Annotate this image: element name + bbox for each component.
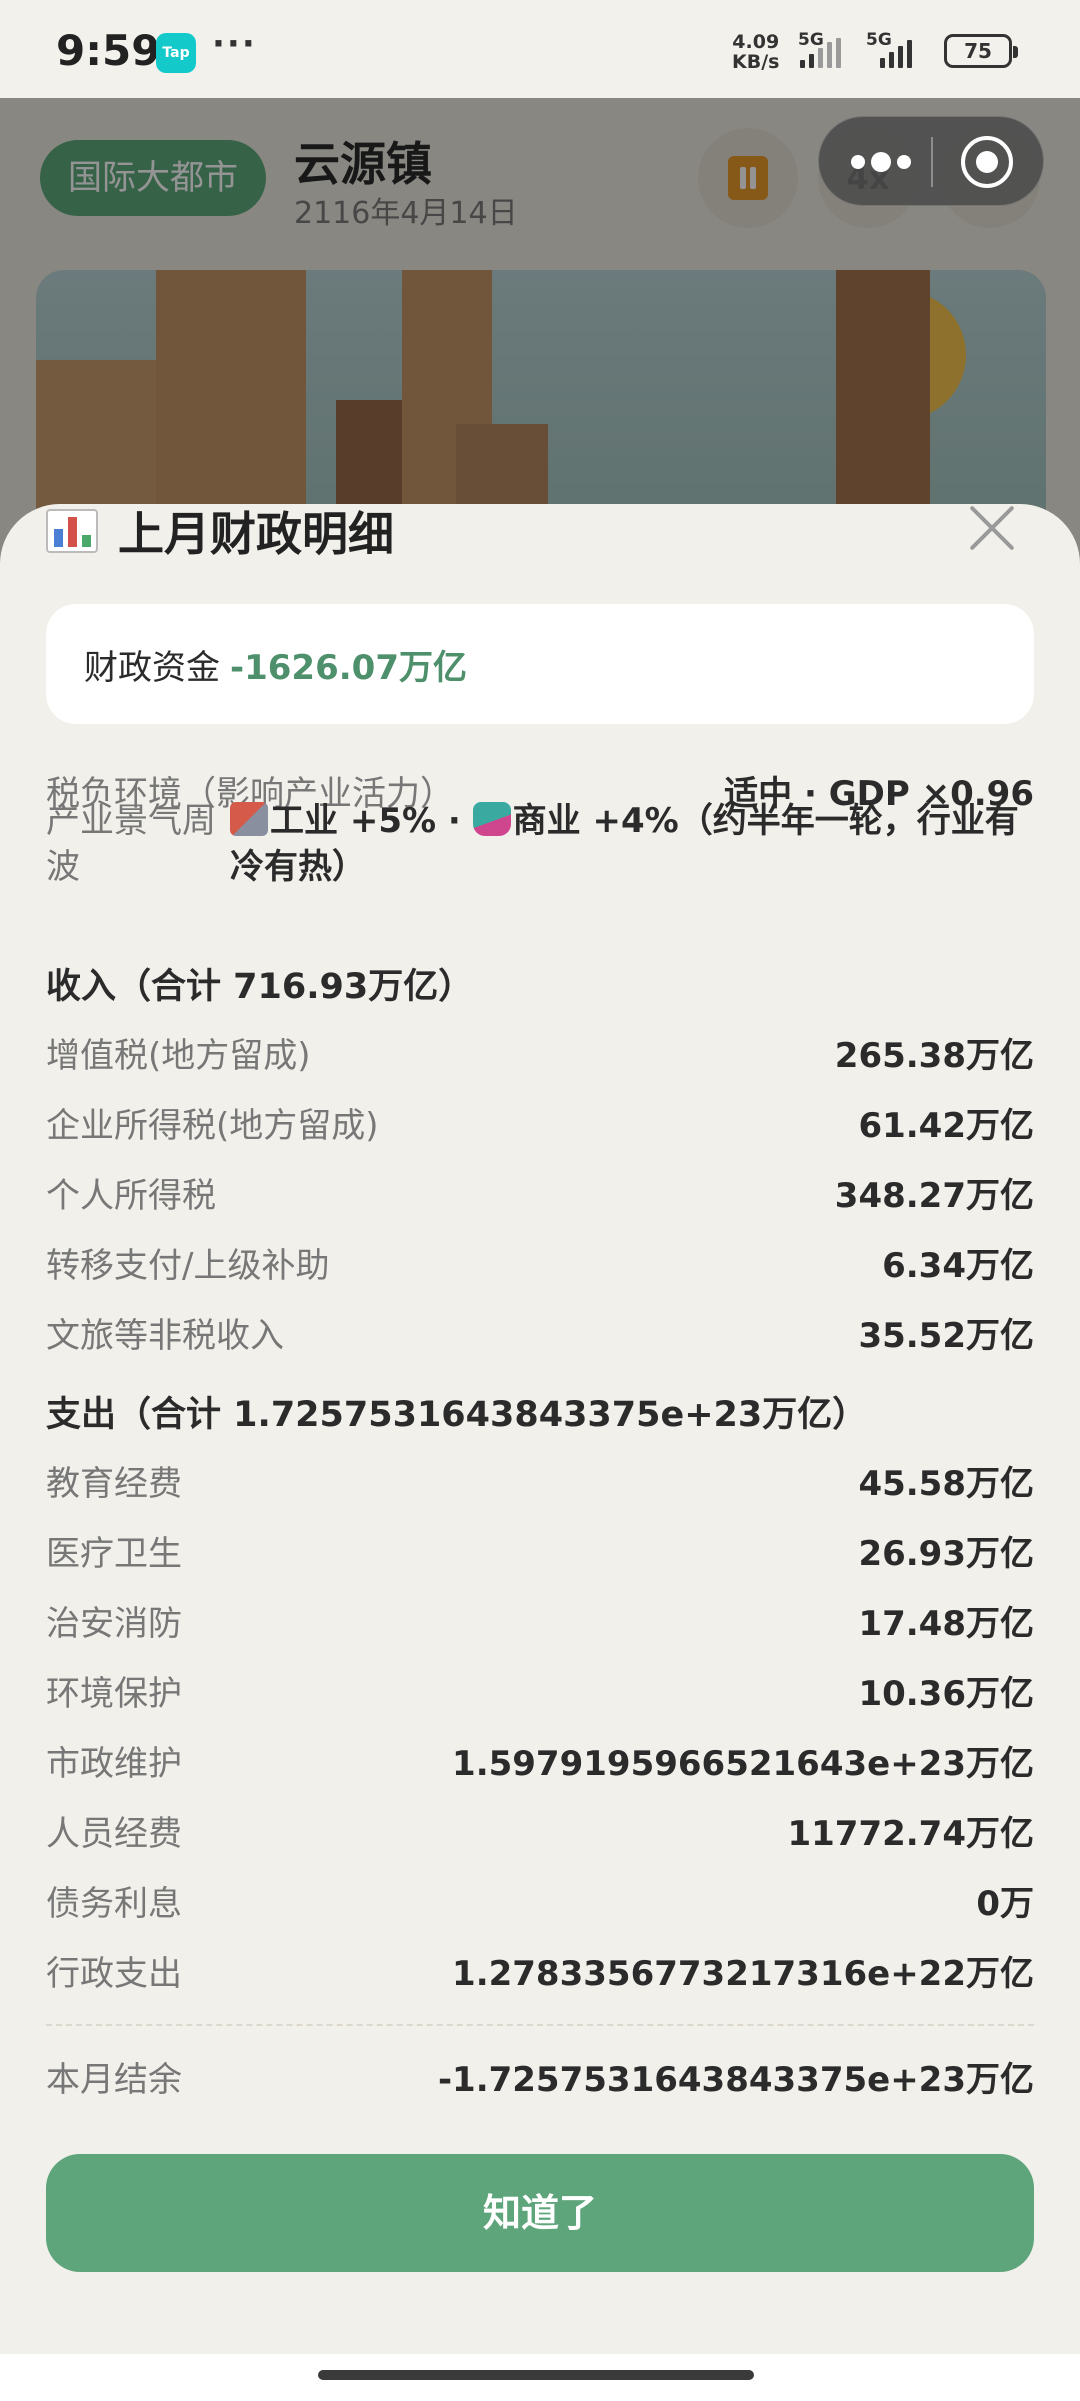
income-row: 企业所得税(地方留成) 61.42万亿 [46, 1098, 1034, 1147]
expense-label: 医疗卫生 [46, 1534, 182, 1574]
income-label: 企业所得税(地方留成) [46, 1106, 379, 1146]
income-label: 文旅等非税收入 [46, 1316, 284, 1356]
fund-card: 财政资金 -1626.07万亿 [46, 604, 1034, 724]
sim1-signal-icon [800, 38, 841, 68]
expense-value: 1.2783356773217316e+22万亿 [452, 1954, 1034, 1994]
home-indicator[interactable] [318, 2370, 754, 2380]
expense-value: 26.93万亿 [858, 1534, 1034, 1574]
expense-value: 1.5979195966521643e+23万亿 [452, 1744, 1034, 1784]
expense-label: 行政支出 [46, 1954, 182, 1994]
income-section-title: 收入（合计 716.93万亿） [46, 967, 474, 1007]
fund-label: 财政资金 [84, 647, 220, 688]
got-it-button[interactable]: 知道了 [46, 2154, 1034, 2272]
status-bar: 9:59 Tap ··· 4.09 KB/s 5G 5G 75 [0, 0, 1080, 98]
income-label: 转移支付/上级补助 [46, 1246, 330, 1286]
industry-cycle-industry: 工业 +5% · [270, 801, 473, 841]
income-label: 增值税(地方留成) [46, 1036, 311, 1076]
industry-cycle-row: 产业景气周波 工业 +5% · 商业 +4%（约半年一轮，行业有冷有热） [46, 798, 1034, 890]
income-row: 文旅等非税收入 35.52万亿 [46, 1308, 1034, 1357]
factory-icon [230, 802, 268, 836]
expense-row: 医疗卫生 26.93万亿 [46, 1526, 1034, 1575]
expense-row: 行政支出 1.2783356773217316e+22万亿 [46, 1946, 1034, 1995]
income-row: 转移支付/上级补助 6.34万亿 [46, 1238, 1034, 1287]
income-value: 6.34万亿 [882, 1246, 1034, 1286]
expense-label: 环境保护 [46, 1674, 182, 1714]
shopping-bag-icon [472, 802, 511, 836]
network-speed: 4.09 KB/s [732, 32, 779, 72]
network-speed-unit: KB/s [732, 51, 780, 73]
expense-row: 环境保护 10.36万亿 [46, 1666, 1034, 1715]
income-value: 35.52万亿 [858, 1316, 1034, 1356]
expense-value: 45.58万亿 [858, 1464, 1034, 1504]
income-row: 个人所得税 348.27万亿 [46, 1168, 1034, 1217]
income-label: 个人所得税 [46, 1176, 216, 1216]
balance-row: 本月结余 -1.7257531643843375e+23万亿 [46, 2052, 1034, 2101]
industry-cycle-value: 工业 +5% · 商业 +4%（约半年一轮，行业有冷有热） [230, 798, 1034, 890]
sheet-title-text: 上月财政明细 [118, 507, 394, 561]
expense-section-title: 支出（合计 1.7257531643843375e+23万亿） [46, 1395, 868, 1435]
balance-label: 本月结余 [46, 2060, 182, 2100]
expense-row: 教育经费 45.58万亿 [46, 1456, 1034, 1505]
close-icon[interactable] [968, 504, 1016, 552]
expense-value: 17.48万亿 [858, 1604, 1034, 1644]
sheet-title: 上月财政明细 [46, 504, 394, 564]
balance-value: -1.7257531643843375e+23万亿 [437, 2060, 1034, 2100]
status-time: 9:59 [56, 26, 161, 75]
expense-label: 人员经费 [46, 1814, 182, 1854]
expense-label: 债务利息 [46, 1884, 182, 1924]
income-value: 265.38万亿 [834, 1036, 1034, 1076]
expense-label: 市政维护 [46, 1744, 182, 1784]
sim2-signal-icon [880, 38, 912, 68]
expense-row: 治安消防 17.48万亿 [46, 1596, 1034, 1645]
expense-label: 治安消防 [46, 1604, 182, 1644]
expense-row: 债务利息 0万 [46, 1876, 1034, 1925]
expense-value: 10.36万亿 [858, 1674, 1034, 1714]
expense-row: 市政维护 1.5979195966521643e+23万亿 [46, 1736, 1034, 1785]
battery-icon: 75 [944, 34, 1018, 68]
expense-row: 人员经费 11772.74万亿 [46, 1806, 1034, 1855]
income-value: 61.42万亿 [858, 1106, 1034, 1146]
taptap-app-icon: Tap [156, 33, 196, 73]
divider [46, 2024, 1034, 2026]
income-row: 增值税(地方留成) 265.38万亿 [46, 1028, 1034, 1077]
expense-value: 0万 [976, 1884, 1034, 1924]
fund-value: -1626.07万亿 [230, 647, 467, 688]
income-value: 348.27万亿 [834, 1176, 1034, 1216]
bar-chart-icon [46, 509, 98, 553]
more-notifications-icon: ··· [212, 24, 257, 64]
network-speed-value: 4.09 [732, 31, 780, 53]
expense-label: 教育经费 [46, 1464, 182, 1504]
miniprogram-capsule [818, 116, 1044, 206]
capsule-menu-button[interactable] [851, 147, 911, 177]
capsule-close-button[interactable] [961, 136, 1013, 188]
expense-value: 11772.74万亿 [787, 1814, 1034, 1854]
industry-cycle-label: 产业景气周波 [46, 801, 216, 887]
